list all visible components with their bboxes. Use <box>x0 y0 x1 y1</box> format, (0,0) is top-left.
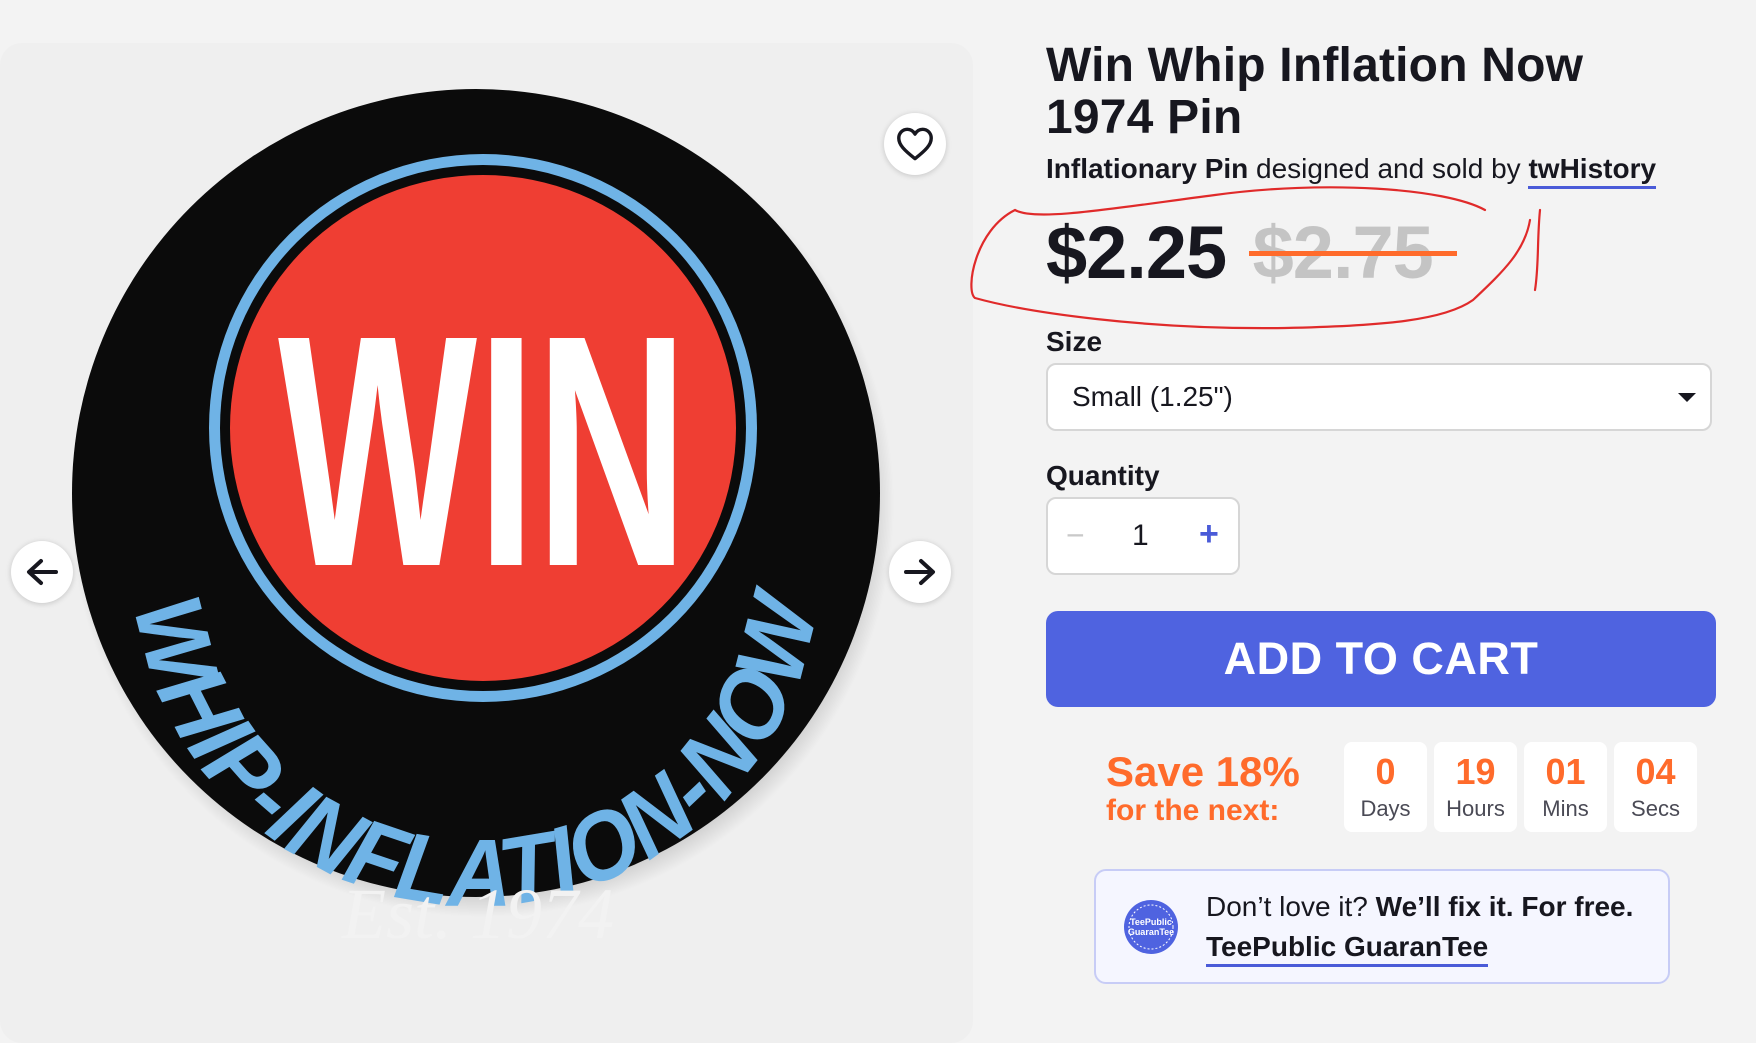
arrow-right-icon <box>904 559 935 585</box>
quantity-increase-button[interactable]: + <box>1199 515 1219 554</box>
favorite-button[interactable] <box>884 113 946 175</box>
guarantee-badge-icon: TeePublic GuaranTee <box>1124 900 1178 954</box>
product-image-panel: WIN WHIP-INFLATION-NOW Est. 1974 <box>0 43 973 1043</box>
artist-link[interactable]: twHistory <box>1528 153 1657 189</box>
countdown-unit: Mins <box>1542 796 1589 821</box>
next-image-button[interactable] <box>889 541 951 603</box>
heart-icon <box>897 127 933 161</box>
countdown-secs: 04 Secs <box>1614 742 1697 832</box>
pin-est-text: Est. 1974 <box>341 874 614 954</box>
add-to-cart-button[interactable]: ADD TO CART <box>1046 611 1716 707</box>
guarantee-text-plain: Don’t love it? <box>1206 891 1376 922</box>
quantity-label: Quantity <box>1046 460 1160 491</box>
countdown-mins: 01 Mins <box>1524 742 1607 832</box>
quantity-decrease-button[interactable]: − <box>1066 517 1085 554</box>
previous-image-button[interactable] <box>11 541 73 603</box>
countdown-value: 04 <box>1635 751 1676 792</box>
current-price: $2.25 <box>1046 211 1227 294</box>
sale-subline: for the next: <box>1106 794 1280 827</box>
original-price: $2.75 <box>1252 211 1434 294</box>
countdown-value: 19 <box>1455 751 1496 792</box>
guarantee-banner: TeePublic GuaranTee Don’t love it? We’ll… <box>1094 869 1670 984</box>
svg-text:GuaranTee: GuaranTee <box>1128 927 1174 937</box>
product-title: Win Whip Inflation Now 1974 Pin <box>1046 39 1584 144</box>
quantity-value[interactable]: 1 <box>1132 519 1149 553</box>
arrow-left-icon <box>27 559 58 585</box>
countdown-hours: 19 Hours <box>1434 742 1517 832</box>
byline-text: designed and sold by <box>1248 153 1529 184</box>
countdown-unit: Hours <box>1446 796 1505 821</box>
quantity-stepper: − 1 + <box>1046 497 1240 575</box>
size-select[interactable]: Small (1.25") <box>1046 363 1712 431</box>
pin-win-text: WIN <box>278 266 688 635</box>
countdown-unit: Days <box>1360 796 1411 821</box>
svg-text:TeePublic: TeePublic <box>1130 917 1172 927</box>
guarantee-text: Don’t love it? We’ll fix it. For free. <box>1206 891 1633 923</box>
price-row: $2.25 $2.75 <box>1046 210 1434 295</box>
countdown-unit: Secs <box>1631 796 1680 821</box>
countdown-value: 01 <box>1545 751 1586 792</box>
size-label: Size <box>1046 326 1103 357</box>
countdown-value: 0 <box>1375 751 1396 792</box>
countdown-days: 0 Days <box>1344 742 1427 832</box>
caret-down-icon <box>1678 393 1696 402</box>
guarantee-text-bold: We’ll fix it. For free. <box>1375 891 1634 922</box>
product-byline: Inflationary Pin designed and sold by tw… <box>1046 153 1657 189</box>
sale-countdown: Save 18% for the next: 0 Days 19 Hours 0… <box>1106 742 1697 834</box>
design-name-link[interactable]: Inflationary Pin <box>1046 153 1248 184</box>
size-select-value: Small (1.25") <box>1072 381 1233 412</box>
product-image-pin: WIN WHIP-INFLATION-NOW Est. 1974 <box>70 89 894 954</box>
sale-headline: Save 18% <box>1106 748 1300 795</box>
guarantee-link[interactable]: TeePublic GuaranTee <box>1206 931 1489 967</box>
